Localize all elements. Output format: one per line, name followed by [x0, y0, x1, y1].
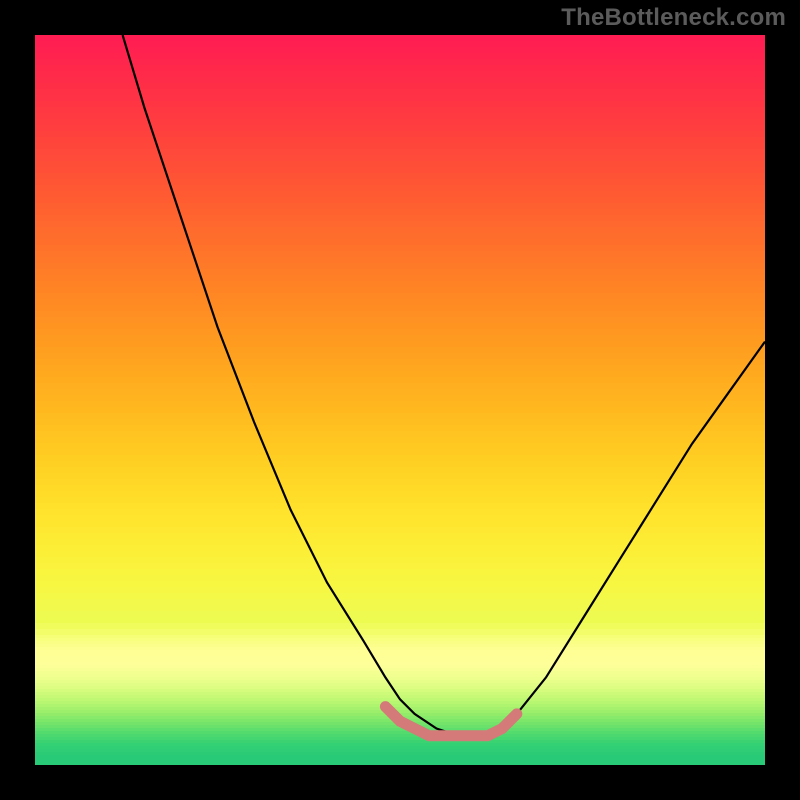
watermark-label: TheBottleneck.com: [561, 4, 786, 32]
plot-area: [35, 35, 765, 765]
background-gradient: [35, 35, 765, 765]
chart-stage: TheBottleneck.com: [0, 0, 800, 800]
